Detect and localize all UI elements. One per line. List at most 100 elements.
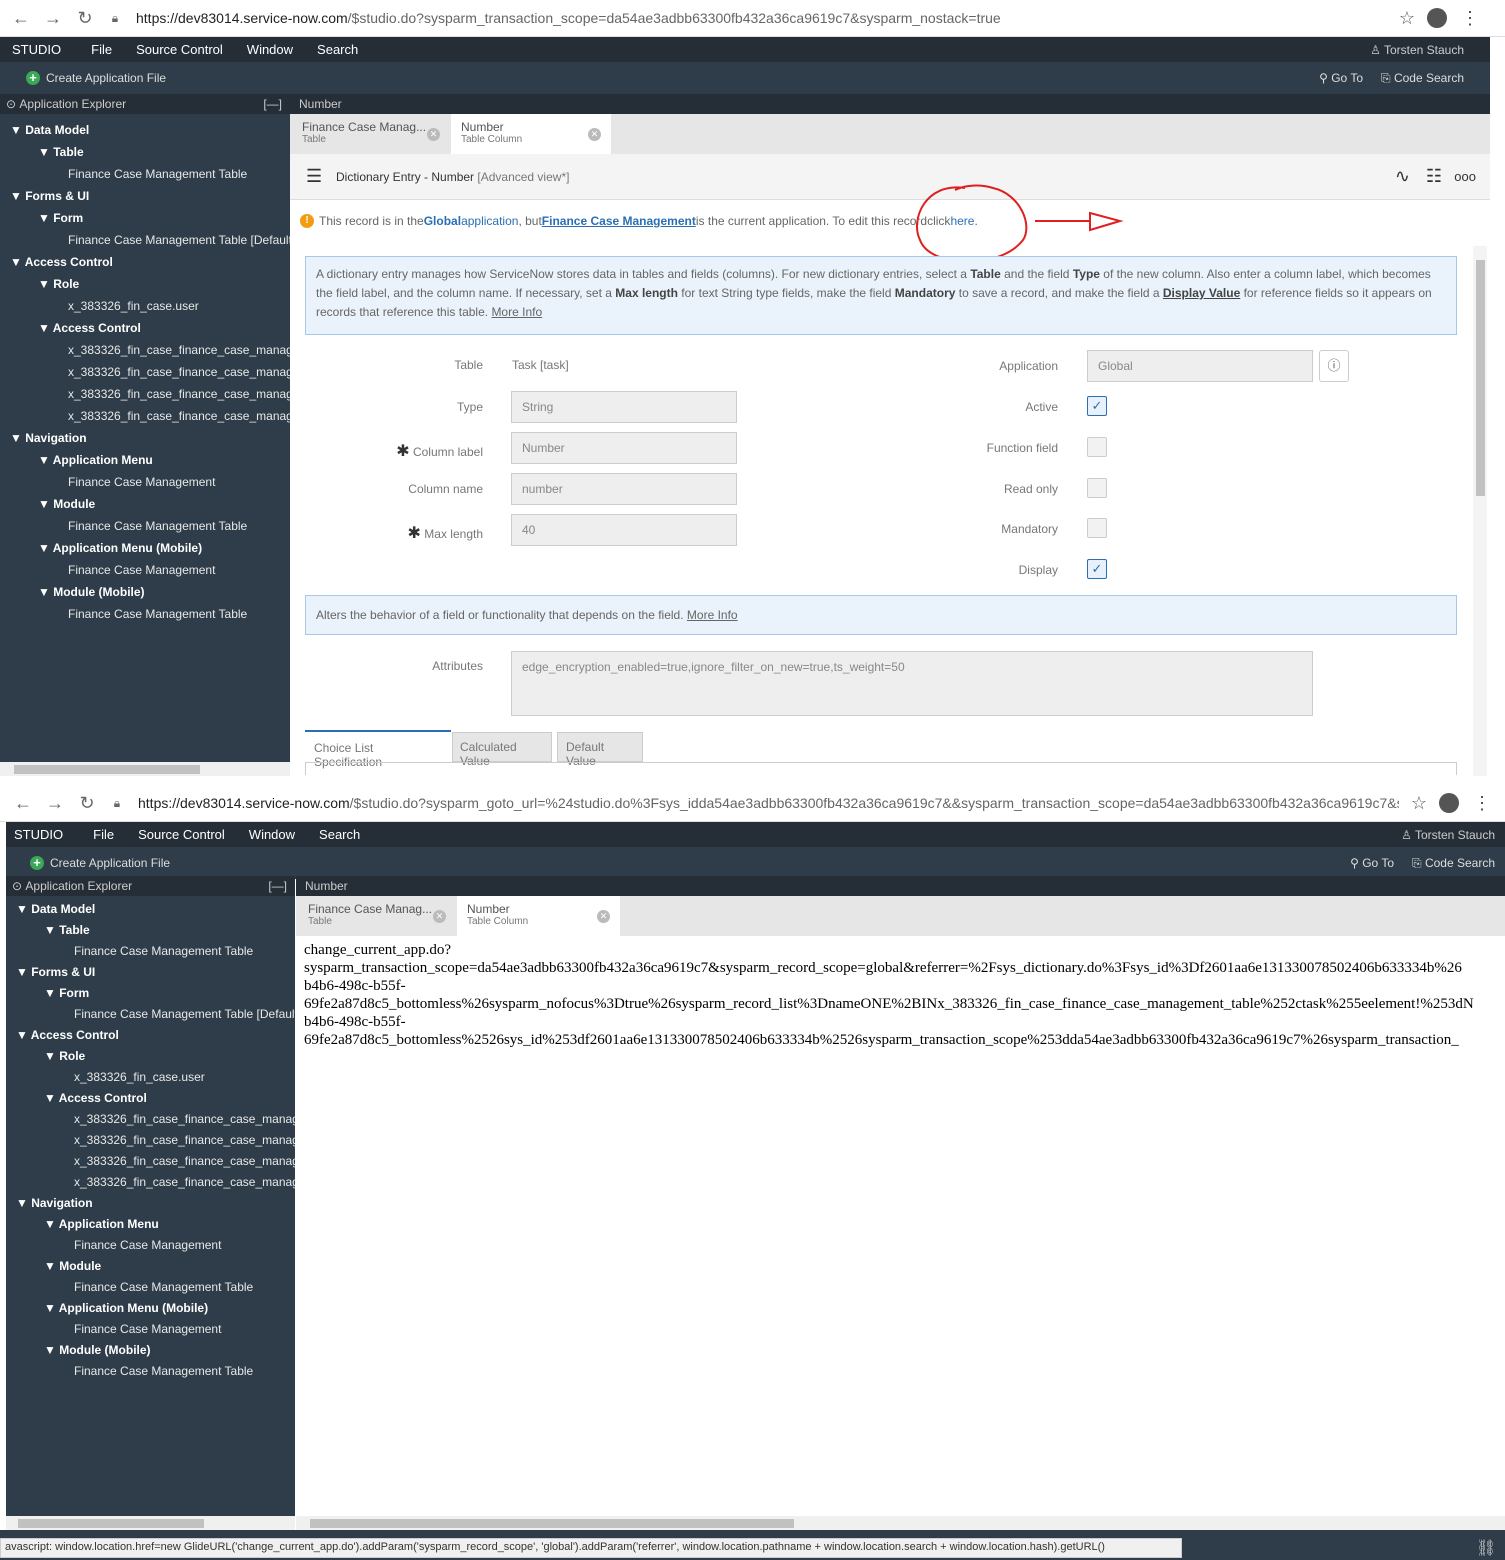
expand-arrow-icon[interactable]: ▼	[38, 211, 53, 225]
tree-item[interactable]: x_383326_fin_case_finance_case_manage	[0, 405, 290, 427]
function-field-checkbox[interactable]	[1087, 437, 1107, 457]
expand-arrow-icon[interactable]: ▼	[16, 902, 31, 916]
browser-menu-icon[interactable]: ⋮	[1473, 793, 1491, 814]
tree-item[interactable]: ▼ Access Control	[6, 1025, 295, 1046]
close-tab-icon[interactable]: ✕	[597, 910, 610, 923]
info-icon[interactable]: ⓘ	[1319, 350, 1349, 382]
tree-item[interactable]: Finance Case Management Table	[0, 515, 290, 537]
tree-item[interactable]: Finance Case Management Table [Default v…	[0, 229, 290, 251]
collapse-all-button[interactable]: [—]	[268, 879, 287, 893]
menu-search[interactable]: Search	[317, 42, 358, 57]
settings-sliders-icon[interactable]: ☷	[1426, 166, 1442, 187]
menu-file[interactable]: File	[93, 827, 114, 842]
browser-menu-icon[interactable]: ⋮	[1461, 8, 1479, 29]
tab-number[interactable]: Number Table Column ✕	[457, 896, 620, 936]
go-to-button[interactable]: ⚲ Go To	[1319, 71, 1363, 86]
more-info-link[interactable]: More Info	[491, 305, 542, 319]
user-menu[interactable]: ♙ Torsten Stauch	[1370, 43, 1464, 57]
attributes-field[interactable]: edge_encryption_enabled=true,ignore_filt…	[511, 651, 1313, 716]
explorer-collapse-icon[interactable]: ⊙	[12, 879, 22, 893]
tree-item[interactable]: x_383326_fin_case_finance_case_manage	[6, 1151, 295, 1172]
more-info-link[interactable]: More Info	[687, 608, 738, 622]
address-bar-2[interactable]: https://dev83014.service-now.com/$studio…	[138, 795, 1399, 811]
finance-case-management-link[interactable]: Finance Case Management	[542, 214, 696, 228]
close-tab-icon[interactable]: ✕	[588, 128, 601, 141]
tree-item[interactable]: x_383326_fin_case_finance_case_manage	[0, 361, 290, 383]
tree-item[interactable]: ▼ Forms & UI	[0, 185, 290, 207]
expand-arrow-icon[interactable]: ▼	[10, 431, 25, 445]
forward-icon[interactable]: →	[42, 8, 64, 29]
tree-item[interactable]: ▼ Data Model	[0, 119, 290, 141]
forward-icon[interactable]: →	[44, 793, 66, 814]
tree-item[interactable]: ▼ Forms & UI	[6, 962, 295, 983]
back-icon[interactable]: ←	[10, 8, 32, 29]
max-length-field[interactable]: 40	[511, 514, 737, 546]
expand-arrow-icon[interactable]: ▼	[44, 923, 59, 937]
application-field[interactable]: Global	[1087, 350, 1313, 382]
go-to-button[interactable]: ⚲ Go To	[1350, 856, 1394, 871]
profile-avatar[interactable]	[1427, 8, 1447, 28]
tab-finance-case[interactable]: Finance Case Manag... Table ✕	[292, 114, 450, 154]
back-icon[interactable]: ←	[12, 793, 34, 814]
expand-arrow-icon[interactable]: ▼	[10, 189, 25, 203]
expand-arrow-icon[interactable]: ▼	[10, 255, 25, 269]
menu-window[interactable]: Window	[247, 42, 293, 57]
expand-arrow-icon[interactable]: ▼	[16, 1196, 31, 1210]
tree-item[interactable]: ▼ Application Menu	[0, 449, 290, 471]
tree-item[interactable]: x_383326_fin_case.user	[0, 295, 290, 317]
expand-arrow-icon[interactable]: ▼	[16, 965, 31, 979]
more-options-icon[interactable]: ooo	[1454, 169, 1476, 184]
expand-arrow-icon[interactable]: ▼	[38, 497, 53, 511]
expand-arrow-icon[interactable]: ▼	[38, 277, 53, 291]
tree-item[interactable]: Finance Case Management	[0, 559, 290, 581]
tree-item[interactable]: ▼ Role	[0, 273, 290, 295]
tree-item[interactable]: ▼ Module	[0, 493, 290, 515]
active-checkbox[interactable]: ✓	[1087, 396, 1107, 416]
explorer-collapse-icon[interactable]: ⊙	[6, 97, 16, 111]
explorer-hscroll[interactable]	[0, 762, 290, 776]
code-search-button[interactable]: ⎘ Code Search	[1381, 71, 1464, 86]
expand-arrow-icon[interactable]: ▼	[44, 1259, 59, 1273]
user-menu[interactable]: ♙ Torsten Stauch	[1401, 828, 1495, 842]
code-search-button[interactable]: ⎘ Code Search	[1412, 856, 1495, 871]
tree-item[interactable]: Finance Case Management Table	[0, 163, 290, 185]
menu-file[interactable]: File	[91, 42, 112, 57]
tree-item[interactable]: ▼ Form	[6, 983, 295, 1004]
create-application-file-button[interactable]: Create Application File	[46, 71, 166, 85]
expand-arrow-icon[interactable]: ▼	[38, 145, 53, 159]
tree-item[interactable]: Finance Case Management	[0, 471, 290, 493]
expand-arrow-icon[interactable]: ▼	[38, 585, 53, 599]
explorer-hscroll-2[interactable]	[6, 1516, 295, 1530]
collapse-all-button[interactable]: [—]	[263, 97, 282, 111]
expand-arrow-icon[interactable]: ▼	[44, 1343, 59, 1357]
tab-number[interactable]: Number Table Column ✕	[451, 114, 611, 154]
menu-search[interactable]: Search	[319, 827, 360, 842]
profile-avatar[interactable]	[1439, 793, 1459, 813]
tree-item[interactable]: ▼ Application Menu (Mobile)	[0, 537, 290, 559]
bookmark-star-icon[interactable]: ☆	[1411, 793, 1427, 814]
tree-item[interactable]: ▼ Module (Mobile)	[0, 581, 290, 603]
tree-item[interactable]: ▼ Data Model	[6, 899, 295, 920]
expand-arrow-icon[interactable]: ▼	[44, 1049, 59, 1063]
tree-item[interactable]: ▼ Navigation	[6, 1193, 295, 1214]
tree-item[interactable]: Finance Case Management Table	[6, 1277, 295, 1298]
form-vscroll[interactable]	[1473, 246, 1487, 776]
tab-finance-case[interactable]: Finance Case Manag... Table ✕	[298, 896, 456, 936]
create-application-file-button[interactable]: Create Application File	[50, 856, 170, 870]
tree-item[interactable]: ▼ Table	[0, 141, 290, 163]
expand-arrow-icon[interactable]: ▼	[44, 986, 59, 1000]
tab-choice-list[interactable]: Choice List Specification	[305, 730, 451, 769]
expand-arrow-icon[interactable]: ▼	[38, 541, 53, 555]
tree-item[interactable]: ▼ Access Control	[6, 1088, 295, 1109]
menu-source-control[interactable]: Source Control	[138, 827, 225, 842]
tree-item[interactable]: Finance Case Management Table	[6, 941, 295, 962]
close-tab-icon[interactable]: ✕	[433, 910, 446, 923]
tree-item[interactable]: x_383326_fin_case_finance_case_manage	[0, 339, 290, 361]
tree-item[interactable]: Finance Case Management Table	[0, 603, 290, 625]
content-hscroll[interactable]	[296, 1516, 1505, 1530]
bookmark-star-icon[interactable]: ☆	[1399, 8, 1415, 29]
tree-item[interactable]: x_383326_fin_case.user	[6, 1067, 295, 1088]
tree-item[interactable]: Finance Case Management	[6, 1235, 295, 1256]
expand-arrow-icon[interactable]: ▼	[38, 453, 53, 467]
display-value-link[interactable]: Display Value	[1163, 286, 1240, 300]
